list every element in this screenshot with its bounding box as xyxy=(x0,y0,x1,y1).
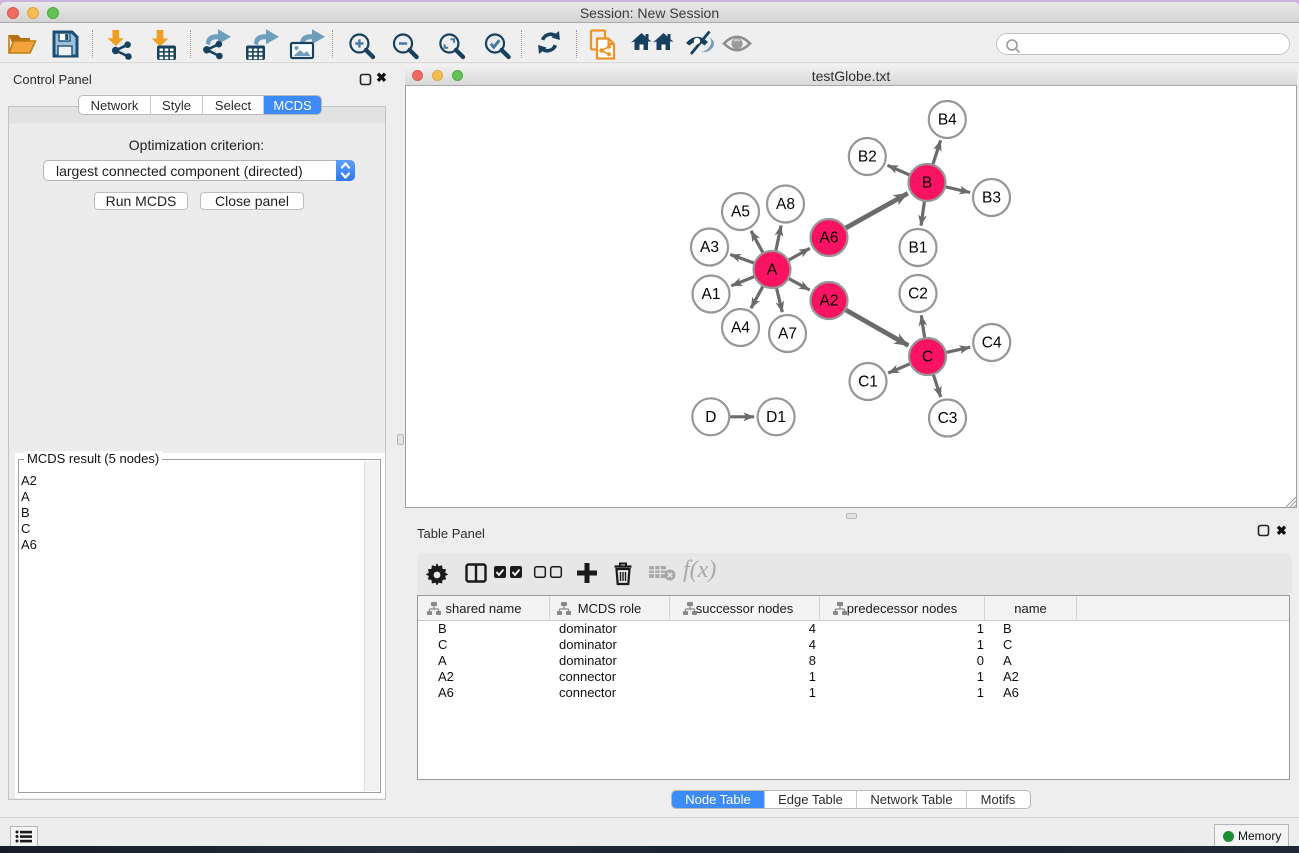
svg-text:B: B xyxy=(922,175,932,192)
svg-text:A8: A8 xyxy=(776,196,795,213)
svg-text:A1: A1 xyxy=(702,286,721,303)
svg-text:C2: C2 xyxy=(908,286,928,303)
svg-text:B1: B1 xyxy=(909,240,928,257)
svg-text:B3: B3 xyxy=(982,190,1001,207)
svg-text:C1: C1 xyxy=(858,374,878,391)
svg-text:C: C xyxy=(922,349,933,366)
svg-text:B2: B2 xyxy=(858,149,877,166)
svg-text:D1: D1 xyxy=(766,409,786,426)
svg-text:C4: C4 xyxy=(982,335,1002,352)
svg-text:A6: A6 xyxy=(820,230,839,247)
svg-text:D: D xyxy=(705,409,716,426)
svg-text:A7: A7 xyxy=(778,326,797,343)
svg-text:A: A xyxy=(767,262,778,279)
svg-text:A3: A3 xyxy=(700,239,719,256)
svg-text:A2: A2 xyxy=(820,293,839,310)
svg-text:B4: B4 xyxy=(938,112,957,129)
svg-text:A5: A5 xyxy=(731,204,750,221)
svg-text:A4: A4 xyxy=(731,320,750,337)
svg-text:C3: C3 xyxy=(938,410,958,427)
